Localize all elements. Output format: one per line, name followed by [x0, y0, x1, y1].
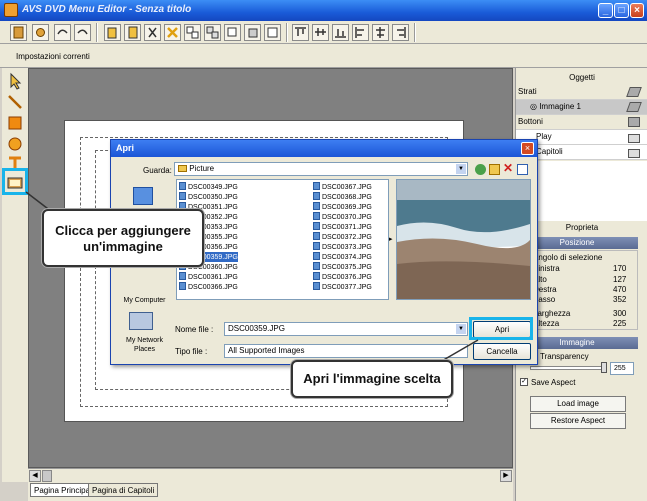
callout-add-image: Clicca per aggiungere un'immagine: [42, 209, 204, 267]
callout-open-image: Apri l'immagine scelta: [291, 360, 453, 398]
